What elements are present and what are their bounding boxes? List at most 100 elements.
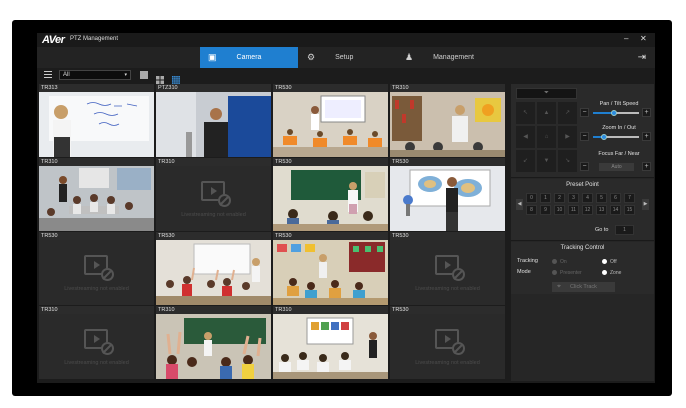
classroom-feed-image — [273, 92, 388, 157]
camera-tile[interactable]: TR530 — [273, 232, 388, 305]
preset-point-button[interactable]: 12 — [582, 205, 593, 215]
pan-tilt-minus-button[interactable]: − — [580, 108, 589, 117]
pan-tilt-slider-knob[interactable] — [611, 110, 617, 116]
camera-grid: TR313 PTZ310 TR530 TR310 TR310 TR310 Livestrea… — [39, 84, 507, 381]
camera-feed-image — [39, 92, 154, 157]
tab-camera[interactable]: ▣ Camera — [200, 47, 298, 68]
camera-tile[interactable]: TR310 — [156, 306, 271, 379]
ptz-direction-button[interactable]: ▼ — [537, 150, 556, 172]
camera-tile[interactable]: TR530 Livestreaming not enabled — [39, 232, 154, 305]
camera-tile[interactable]: PTZ310 — [156, 84, 271, 157]
camera-tile-label: TR313 — [41, 85, 58, 91]
preset-point-button[interactable]: 3 — [568, 193, 579, 203]
camera-tile[interactable]: TR530 — [156, 232, 271, 305]
preset-point-button[interactable]: 5 — [596, 193, 607, 203]
tracking-off-radio[interactable] — [602, 259, 607, 264]
camera-feed-image — [156, 314, 271, 379]
ptz-direction-button[interactable]: ▶ — [558, 126, 577, 148]
focus-far-button[interactable]: − — [580, 162, 589, 171]
preset-point-button[interactable]: 10 — [554, 205, 565, 215]
preset-point-button[interactable]: 0 — [526, 193, 537, 203]
preset-point-button[interactable]: 13 — [596, 205, 607, 215]
menu-icon[interactable] — [44, 71, 52, 78]
preset-point-button[interactable]: 9 — [540, 205, 551, 215]
camera-tile[interactable]: TR310 — [39, 158, 154, 231]
mode-zone-label: Zone — [610, 270, 622, 276]
preset-point-button[interactable]: 7 — [624, 193, 635, 203]
preset-next-button[interactable]: ▶ — [642, 199, 649, 210]
mode-zone-radio[interactable] — [602, 270, 607, 275]
preset-point-button[interactable]: 1 — [540, 193, 551, 203]
camera-tile-label: TR310 — [158, 159, 175, 165]
camera-tile[interactable]: TR310 — [390, 84, 505, 157]
preset-point-button[interactable]: 2 — [554, 193, 565, 203]
livestream-disabled-text: Livestreaming not enabled — [415, 360, 480, 366]
camera-tile[interactable]: TR310 Livestreaming not enabled — [156, 158, 271, 231]
camera-tile[interactable]: TR530 Livestreaming not enabled — [390, 232, 505, 305]
ptz-preview-display: ⏷ — [516, 88, 577, 99]
sixteen-view-icon[interactable] — [172, 71, 180, 84]
ptz-direction-button[interactable]: ◀ — [516, 126, 535, 148]
camera-feed-image — [156, 240, 271, 305]
ptz-direction-button[interactable]: ⌂ — [537, 126, 556, 148]
camera-tile[interactable]: TR530 — [273, 84, 388, 157]
ptz-control: ⏷ ↖ ▲ ↗ ◀ ⌂ ▶ ↙ ▼ ↘ Pan / Tilt Speed − + Zoom In… — [511, 84, 654, 178]
zoom-in-button[interactable]: + — [642, 132, 651, 141]
minimize-button[interactable]: – — [624, 34, 628, 44]
pan-tilt-label: Pan / Tilt Speed — [599, 101, 639, 107]
preset-point-button[interactable]: 14 — [610, 205, 621, 215]
ptz-direction-pad: ↖ ▲ ↗ ◀ ⌂ ▶ ↙ ▼ ↘ — [516, 102, 577, 174]
ptz-direction-button[interactable]: ↗ — [558, 102, 577, 124]
focus-auto-button[interactable]: Auto — [599, 163, 634, 171]
ptz-direction-button[interactable]: ↘ — [558, 150, 577, 172]
gear-icon: ⚙ — [307, 52, 316, 62]
camera-tile[interactable]: TR530 — [390, 158, 505, 231]
target-icon: ⌖ — [557, 283, 561, 290]
livestream-disabled-text: Livestreaming not enabled — [64, 360, 129, 366]
goto-input[interactable]: 1 — [615, 225, 634, 235]
livestream-disabled-view: Livestreaming not enabled — [390, 240, 505, 305]
preset-point-button[interactable]: 11 — [568, 205, 579, 215]
zoom-slider-knob[interactable] — [601, 134, 607, 140]
camera-feed-image — [273, 314, 388, 379]
ptz-direction-button[interactable]: ↖ — [516, 102, 535, 124]
preset-prev-button[interactable]: ◀ — [516, 199, 523, 210]
camera-tile-label: TR530 — [275, 85, 292, 91]
preset-point-button[interactable]: 15 — [624, 205, 635, 215]
tracking-on-radio[interactable] — [552, 259, 557, 264]
camera-feed-image — [273, 240, 388, 305]
click-track-button[interactable]: ⌖ Click Track — [552, 282, 615, 292]
livestream-disabled-view: Livestreaming not enabled — [156, 166, 271, 231]
exit-icon[interactable]: ⇥ — [638, 52, 646, 63]
ptz-direction-button[interactable]: ↙ — [516, 150, 535, 172]
disabled-icon — [452, 342, 465, 355]
single-view-icon[interactable] — [140, 71, 148, 79]
disabled-icon — [101, 342, 114, 355]
tab-management[interactable]: ♟ Management — [403, 47, 503, 68]
camera-tile[interactable]: TR313 — [39, 84, 154, 157]
camera-feed-image — [390, 166, 505, 231]
camera-tile[interactable]: TR530 Livestreaming not enabled — [390, 306, 505, 379]
camera-tile[interactable]: TR530 — [273, 158, 388, 231]
camera-tile[interactable]: TR310 — [273, 306, 388, 379]
preset-point-button[interactable]: 4 — [582, 193, 593, 203]
camera-tile-label: TR310 — [158, 307, 175, 313]
tracking-on-label: On — [560, 259, 567, 265]
focus-near-button[interactable]: + — [642, 162, 651, 171]
close-button[interactable]: ✕ — [640, 34, 647, 44]
preset-point-button[interactable]: 6 — [610, 193, 621, 203]
livestream-disabled-view: Livestreaming not enabled — [39, 240, 154, 305]
tab-management-label: Management — [433, 54, 474, 61]
pan-tilt-plus-button[interactable]: + — [642, 108, 651, 117]
tab-setup[interactable]: ⚙ Setup — [305, 47, 385, 68]
quad-view-icon[interactable] — [156, 71, 164, 84]
classroom-feed-image — [273, 314, 388, 379]
mode-presenter-radio[interactable] — [552, 270, 557, 275]
camera-feed-image — [156, 92, 271, 157]
camera-tile[interactable]: TR310 Livestreaming not enabled — [39, 306, 154, 379]
preset-point-button[interactable]: 8 — [526, 205, 537, 215]
classroom-feed-image — [156, 240, 271, 305]
zoom-out-button[interactable]: − — [580, 132, 589, 141]
ptz-direction-button[interactable]: ▲ — [537, 102, 556, 124]
group-select[interactable]: All ▾ — [59, 70, 131, 80]
